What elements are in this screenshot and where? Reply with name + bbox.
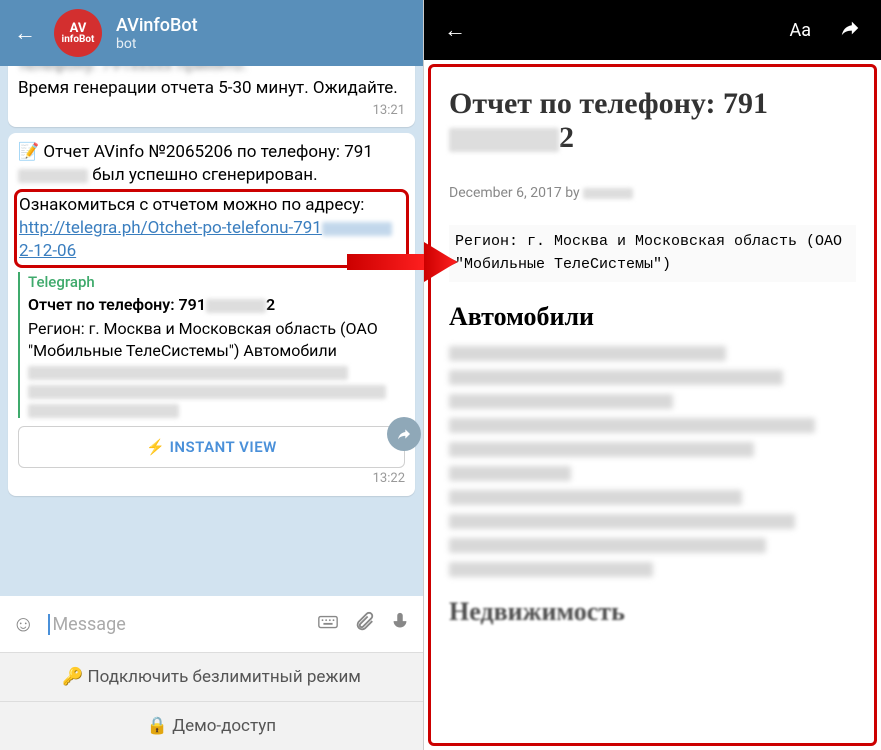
attach-icon[interactable] [353, 611, 375, 638]
report-title: Отчет по телефону: 7912 [449, 87, 856, 155]
message-time: 13:21 [18, 102, 405, 120]
preview-body: Регион: г. Москва и Московская область (… [28, 318, 405, 361]
bot-name: AVinfoBot [116, 15, 198, 36]
section-realestate: Недвижимость [449, 597, 856, 627]
telegram-app: ← AV infoBot AVinfoBot bot телефону: 791… [0, 0, 424, 750]
report-link[interactable]: http://telegra.ph/Otchet-po-telefonu-791… [19, 218, 392, 261]
avatar-text-2: infoBot [62, 35, 95, 45]
instant-view-button[interactable]: ⚡ INSTANT VIEW [18, 426, 405, 468]
link-prefix: Ознакомиться с отчетом можно по адресу: [19, 195, 364, 215]
annotation-arrow [342, 232, 462, 296]
telegraph-header: ← Aa [424, 0, 881, 60]
share-icon[interactable] [387, 417, 421, 451]
avatar-text-1: AV [70, 22, 87, 35]
back-icon[interactable]: ← [444, 17, 466, 43]
message-2[interactable]: 📝 Отчет AVinfo №2065206 по телефону: 791… [8, 133, 415, 496]
telegram-header: ← AV infoBot AVinfoBot bot [0, 0, 423, 66]
emoji-icon[interactable]: ☺ [12, 611, 34, 637]
bot-avatar[interactable]: AV infoBot [54, 9, 102, 57]
back-icon[interactable]: ← [14, 20, 36, 46]
telegraph-content[interactable]: Отчет по телефону: 7912 December 6, 2017… [428, 64, 877, 746]
font-size-button[interactable]: Aa [789, 20, 811, 41]
keyboard-icon[interactable] [317, 611, 339, 638]
message-1[interactable]: телефону: 791xxxxx принято. Время генера… [8, 66, 415, 127]
message-text: телефону: 791xxxxx принято. Время генера… [18, 66, 405, 100]
telegraph-app: ← Aa Отчет по телефону: 7912 December 6,… [424, 0, 881, 750]
mic-icon[interactable] [389, 611, 411, 638]
preview-title: Отчет по телефону: 7912 [28, 294, 405, 316]
bot-status: bot [116, 36, 198, 52]
message-time: 13:22 [18, 470, 405, 488]
region-info: Регион: г. Москва и Московская область (… [449, 225, 856, 282]
blurred-content [449, 346, 856, 577]
message-text: 📝 Отчет AVinfo №2065206 по телефону: 791… [18, 141, 405, 187]
message-input[interactable]: Message [48, 614, 303, 635]
section-automobiles: Автомобили [449, 302, 856, 332]
unlimited-mode-button[interactable]: 🔑 Подключить безлимитный режим [0, 652, 423, 701]
share-icon[interactable] [839, 17, 861, 43]
demo-access-button[interactable]: 🔒 Демо-доступ [0, 701, 423, 750]
message-input-bar: ☺ Message [0, 596, 423, 652]
report-meta: December 6, 2017 by [449, 185, 856, 201]
messages-area: телефону: 791xxxxx принято. Время генера… [0, 66, 423, 596]
bot-title-block[interactable]: AVinfoBot bot [116, 15, 198, 52]
